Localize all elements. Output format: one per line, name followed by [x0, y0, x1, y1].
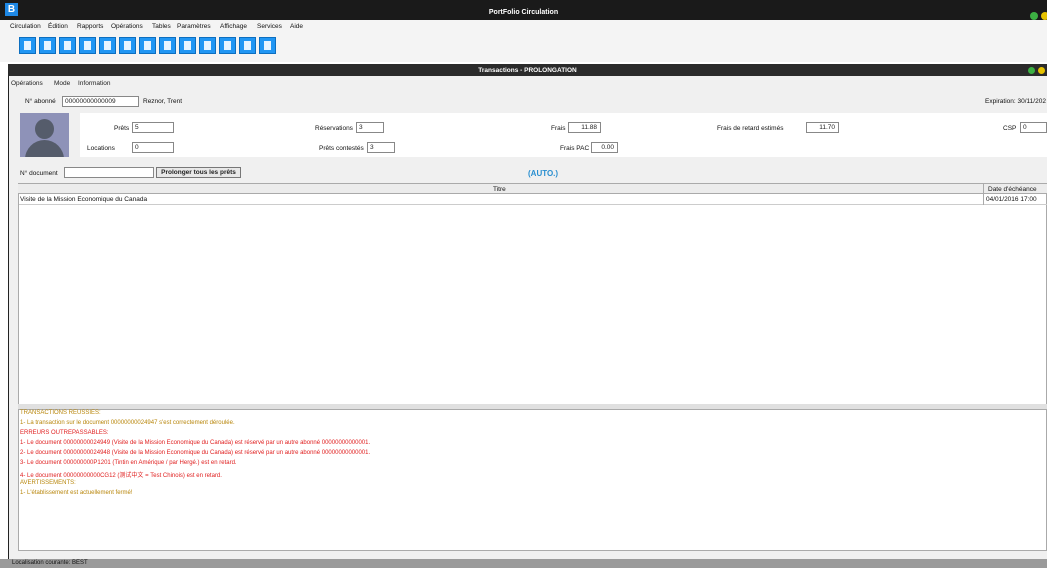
window-menu-mode[interactable]: Mode [54, 80, 70, 87]
main-menu-bar: Circulation Édition Rapports Opérations … [0, 20, 1047, 34]
message-line: 2- Le document 00000000024948 (Visite de… [20, 450, 371, 456]
patron-number-label: N° abonné [25, 98, 56, 105]
column-divider[interactable] [983, 184, 984, 205]
frais-pac-label: Frais PAC [560, 145, 590, 152]
prets-contestes-field[interactable]: 3 [367, 142, 395, 153]
message-line: TRANSACTIONS REUSSIES: [20, 410, 101, 416]
patron-expiration: Expiration: 30/11/202 [985, 98, 1046, 105]
messages-panel [18, 409, 1047, 551]
locations-field[interactable]: 0 [132, 142, 174, 153]
menu-circulation[interactable]: Circulation [10, 23, 41, 30]
menu-tables[interactable]: Tables [152, 23, 171, 30]
avatar [20, 113, 69, 157]
window-maximize-icon[interactable] [1038, 67, 1045, 74]
minimize-dot-icon[interactable] [1030, 12, 1038, 20]
user-card-icon[interactable] [179, 37, 196, 54]
document-icon[interactable] [39, 37, 56, 54]
message-line: ERREURS OUTREPASSABLES: [20, 430, 109, 436]
document-icon[interactable] [19, 37, 36, 54]
prets-contestes-label: Prêts contestés [319, 145, 364, 152]
status-text: Localisation courante: BEST [12, 560, 88, 566]
window-minimize-icon[interactable] [1028, 67, 1035, 74]
frais-retard-field[interactable]: 11.70 [806, 122, 839, 133]
prets-label: Prêts [114, 125, 130, 132]
prets-field[interactable]: 5 [132, 122, 174, 133]
frais-field[interactable]: 11.88 [568, 122, 601, 133]
user-card-icon[interactable] [159, 37, 176, 54]
csp-field[interactable]: 0 [1020, 122, 1047, 133]
frais-retard-label: Frais de retard estimés [717, 125, 784, 132]
document-icon[interactable] [59, 37, 76, 54]
document-label: N° document [20, 170, 58, 177]
status-bar: Localisation courante: BEST [0, 559, 1047, 568]
copy-icon[interactable] [239, 37, 256, 54]
window-menu-information[interactable]: Information [78, 80, 111, 87]
menu-operations[interactable]: Opérations [111, 23, 143, 30]
window-title-bar: Transactions - PROLONGATION [8, 64, 1047, 76]
message-line: 1- La transaction sur le document 000000… [20, 420, 235, 426]
row-date: 04/01/2016 17:00 [986, 196, 1037, 203]
loans-table [18, 183, 1047, 405]
avatar-head [35, 119, 54, 139]
main-toolbar [0, 34, 1047, 62]
menu-rapports[interactable]: Rapports [77, 23, 103, 30]
upload-icon[interactable] [99, 37, 116, 54]
column-header-date[interactable]: Date d'échéance [988, 186, 1037, 193]
message-line: 1- Le document 00000000024949 (Visite de… [20, 440, 371, 446]
avatar-body [25, 140, 64, 157]
reservations-label: Réservations [315, 125, 353, 132]
message-line: 4- Le document 00000000000CG12 (测试中文 = T… [20, 473, 222, 479]
message-line: 3- Le document 000000000P1201 (Tintin en… [20, 460, 237, 466]
menu-parametres[interactable]: Paramètres [177, 23, 211, 30]
download-icon[interactable] [119, 37, 136, 54]
csp-label: CSP [1003, 125, 1017, 132]
paste-icon[interactable] [259, 37, 276, 54]
frais-label: Frais [551, 125, 566, 132]
list-icon[interactable] [79, 37, 96, 54]
table-header [18, 184, 1047, 194]
patron-number-field[interactable]: 00000000000009 [62, 96, 139, 107]
table-row[interactable] [19, 195, 1047, 205]
reservations-field[interactable]: 3 [356, 122, 384, 133]
mode-indicator: (AUTO.) [528, 169, 559, 178]
menu-affichage[interactable]: Affichage [220, 23, 247, 30]
message-line: 1- L'établissement est actuellement ferm… [20, 490, 133, 496]
row-titre: Visite de la Mission Economique du Canad… [20, 196, 148, 203]
menu-services[interactable]: Services [257, 23, 282, 30]
window-title: Transactions - PROLONGATION [478, 67, 577, 74]
scissors-icon[interactable] [219, 37, 236, 54]
patron-name: Reznor, Trent [143, 98, 183, 105]
locations-label: Locations [87, 145, 115, 152]
window-menu-operations[interactable]: Opérations [11, 80, 43, 87]
list-icon[interactable] [139, 37, 156, 54]
frais-pac-field[interactable]: 0.00 [591, 142, 618, 153]
app-title: PortFolio Circulation [488, 9, 559, 16]
app-title-bar: B PortFolio Circulation [0, 0, 1047, 20]
report-icon[interactable] [199, 37, 216, 54]
maximize-dot-icon[interactable] [1041, 12, 1047, 20]
column-header-titre[interactable]: Titre [493, 186, 506, 193]
document-input[interactable] [64, 167, 154, 178]
menu-aide[interactable]: Aide [290, 23, 303, 30]
prolong-all-button[interactable]: Prolonger tous les prêts [156, 167, 241, 178]
message-line: AVERTISSEMENTS: [20, 480, 76, 486]
menu-edition[interactable]: Édition [48, 23, 68, 30]
